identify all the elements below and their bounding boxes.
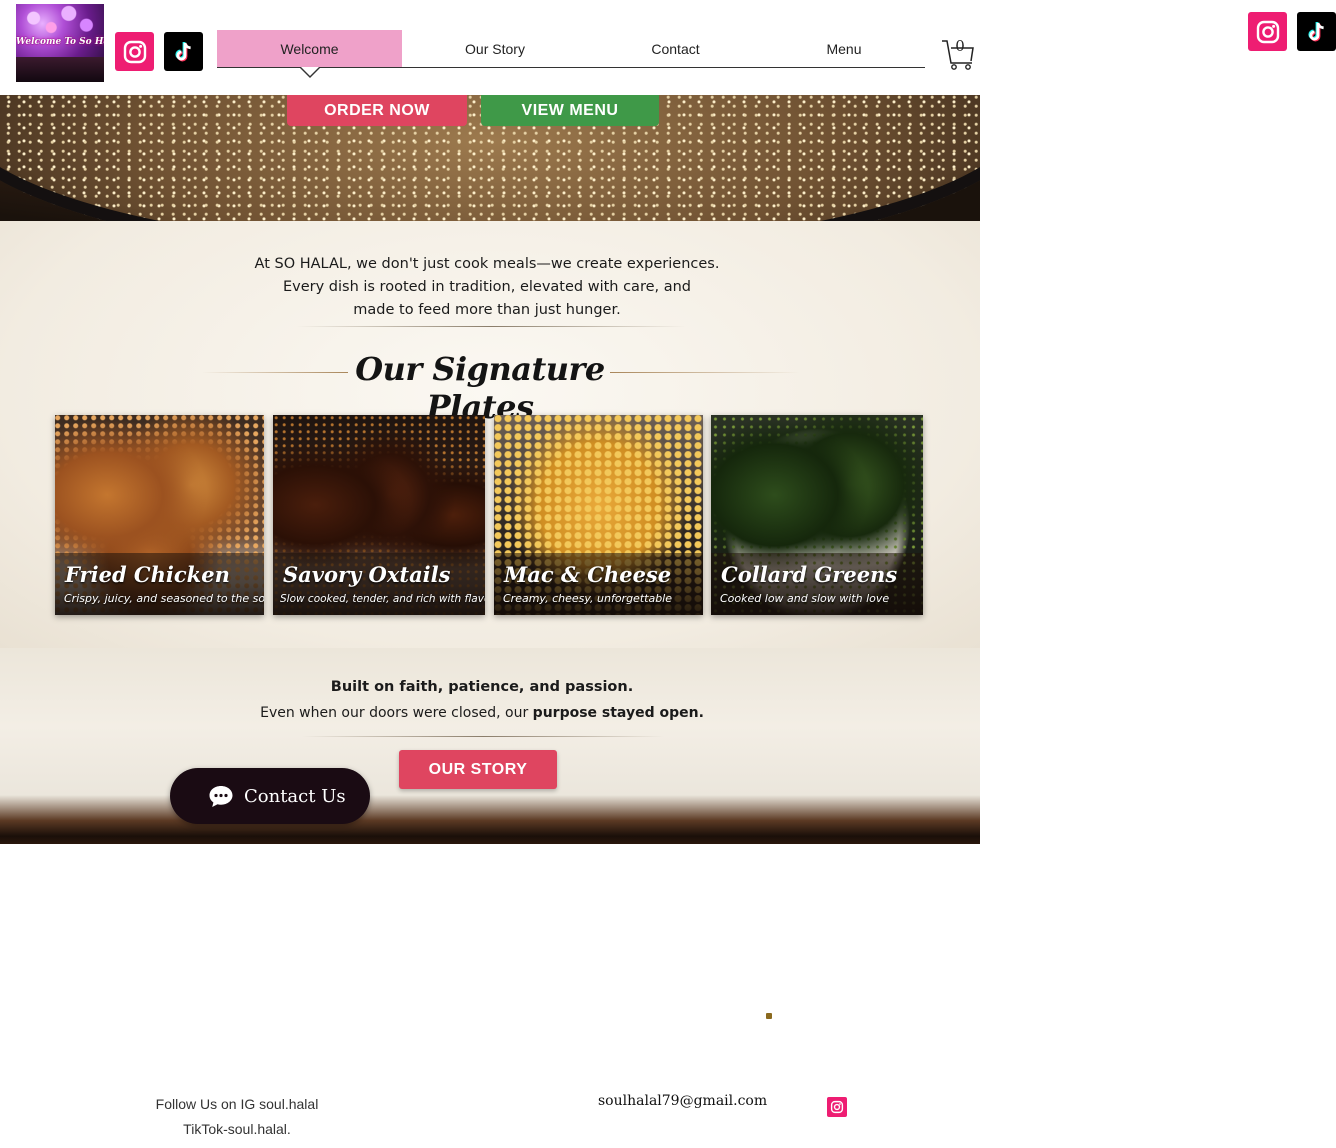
plate-description: Cooked low and slow with love xyxy=(720,592,890,605)
contact-us-chat-button[interactable]: Contact Us xyxy=(170,768,370,824)
plate-name: Mac & Cheese xyxy=(504,562,672,587)
small-image xyxy=(766,1013,772,1019)
plate-card-fried-chicken[interactable]: Fried Chicken Crispy, juicy, and seasone… xyxy=(55,415,264,615)
divider xyxy=(610,372,800,373)
nav-menu-label: Menu xyxy=(826,40,862,57)
plate-description: Crispy, juicy, and seasoned to the soul xyxy=(64,592,264,605)
instagram-icon[interactable] xyxy=(827,1097,847,1117)
tiktok-icon[interactable] xyxy=(1297,12,1336,51)
story-section xyxy=(0,648,980,844)
plate-description: Slow cooked, tender, and rich with flavo… xyxy=(280,593,485,605)
plate-card-savory-oxtails[interactable]: Savory Oxtails Slow cooked, tender, and … xyxy=(273,415,485,615)
nav-menu[interactable]: Menu xyxy=(763,30,925,67)
view-menu-button[interactable]: VIEW MENU xyxy=(481,95,659,126)
instagram-icon[interactable] xyxy=(115,32,154,71)
tiktok-icon[interactable] xyxy=(164,32,203,71)
nav-our-story-label: Our Story xyxy=(465,40,525,57)
logo-ground xyxy=(16,57,104,82)
intro-line: At SO HALAL, we don't just cook meals—we… xyxy=(254,256,720,272)
chat-bubble-icon xyxy=(209,786,233,807)
chat-label: Contact Us xyxy=(244,785,346,807)
nav-contact-label: Contact xyxy=(651,40,700,57)
story-subline-bold: purpose stayed open. xyxy=(532,705,704,721)
logo-text: Welcome To So Halal xyxy=(16,37,104,47)
cart-count: 0 xyxy=(955,37,965,55)
nav-contact[interactable]: Contact xyxy=(588,30,763,67)
plate-card-collard-greens[interactable]: Collard Greens Cooked low and slow with … xyxy=(711,415,923,615)
nav-welcome-label: Welcome xyxy=(280,40,339,57)
plate-name: Savory Oxtails xyxy=(283,562,451,587)
plate-description: Creamy, cheesy, unforgettable xyxy=(503,592,673,605)
our-story-button[interactable]: OUR STORY xyxy=(399,750,557,789)
intro-text: At SO HALAL, we don't just cook meals—we… xyxy=(240,253,734,322)
nav-our-story[interactable]: Our Story xyxy=(402,30,588,67)
story-subline-text: Even when our doors were closed, our xyxy=(260,705,533,721)
divider xyxy=(296,326,686,327)
story-headline: Built on faith, patience, and passion. xyxy=(330,679,634,695)
site-logo[interactable]: Welcome To So Halal xyxy=(16,4,104,82)
instagram-icon[interactable] xyxy=(1248,12,1287,51)
story-subline: Even when our doors were closed, our pur… xyxy=(200,705,764,721)
footer-tiktok-text: TikTok-soul.halal. xyxy=(183,1121,291,1137)
intro-line: made to feed more than just hunger. xyxy=(353,302,621,318)
divider xyxy=(302,736,664,737)
plate-name: Collard Greens xyxy=(721,562,898,587)
intro-line: Every dish is rooted in tradition, eleva… xyxy=(282,279,692,295)
nav-welcome[interactable]: Welcome xyxy=(217,30,402,78)
footer-instagram-text: Follow Us on IG soul.halal xyxy=(155,1096,319,1112)
plate-name: Fried Chicken xyxy=(65,562,230,587)
nav-active-indicator xyxy=(299,67,320,78)
main-nav: Welcome Our Story Contact Menu xyxy=(217,30,925,78)
order-now-button[interactable]: ORDER NOW xyxy=(287,95,467,126)
plate-card-mac-cheese[interactable]: Mac & Cheese Creamy, cheesy, unforgettab… xyxy=(494,415,703,615)
footer-email-link[interactable]: soulhalal79@gmail.com xyxy=(598,1093,767,1109)
